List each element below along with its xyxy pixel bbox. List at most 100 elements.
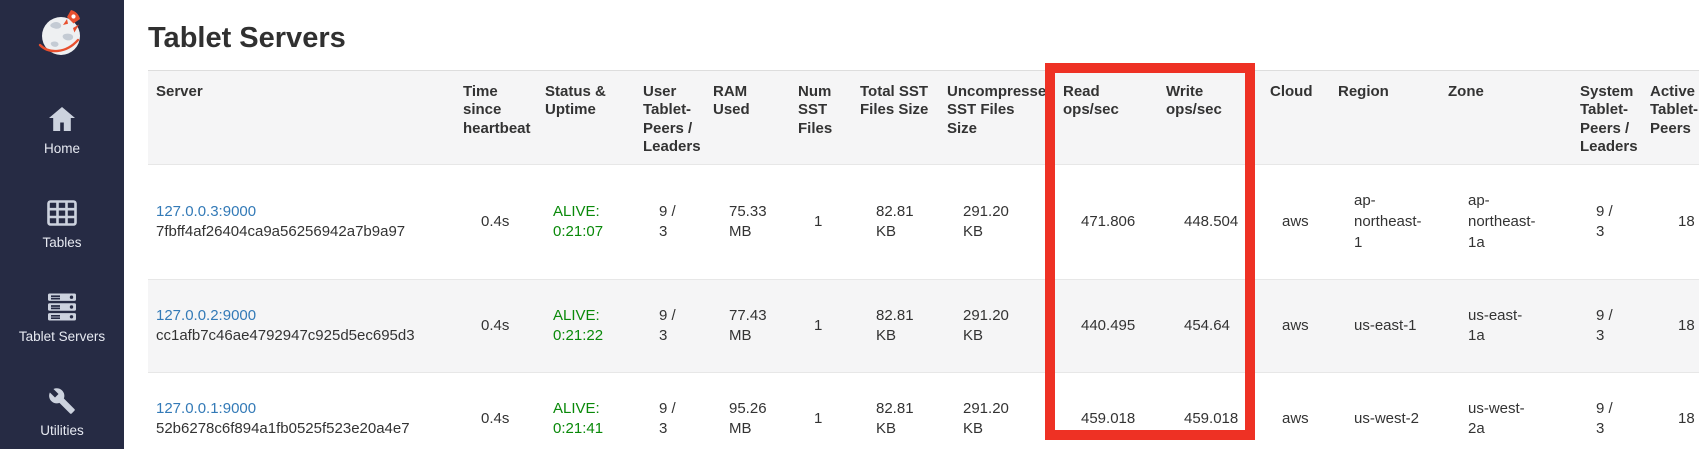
value: 75.33 MB xyxy=(729,202,777,243)
status-alive: ALIVE: 0:21:41 xyxy=(553,399,613,440)
column-header-status-uptime: Status & Uptime xyxy=(537,71,635,165)
cell-zone: us-west-2a xyxy=(1440,373,1572,466)
column-header-user-tablet-peers: User Tablet-Peers / Leaders xyxy=(635,71,705,165)
yugabyte-logo-icon xyxy=(37,8,87,58)
column-header-region: Region xyxy=(1330,71,1440,165)
column-header-ram-used: RAM Used xyxy=(705,71,790,165)
sidebar-item-label: Home xyxy=(44,141,80,156)
value: 95.26 MB xyxy=(729,399,777,440)
column-header-time-since-heartbeat: Time since heartbeat xyxy=(455,71,537,165)
page-title: Tablet Servers xyxy=(148,20,1699,56)
column-header-write-ops: Write ops/sec xyxy=(1158,71,1262,165)
home-icon xyxy=(47,104,77,134)
server-link[interactable]: 127.0.0.1:9000 xyxy=(156,400,256,417)
table-body: 127.0.0.3:9000 7fbff4af26404ca9a56256942… xyxy=(148,165,1699,466)
cell-cloud: aws xyxy=(1262,280,1330,373)
cell-user-tablet-peers: 9 / 3 xyxy=(635,373,705,466)
sidebar-item-label: Utilities xyxy=(40,423,84,438)
value: us-west-2 xyxy=(1354,409,1428,430)
value: 9 / 3 xyxy=(659,399,685,440)
value: 291.20 KB xyxy=(963,399,1017,440)
tables-icon xyxy=(47,198,77,228)
cell-active-tablet-peers: 18 xyxy=(1642,280,1699,373)
cell-total-sst-size: 82.81 KB xyxy=(852,280,939,373)
cell-active-tablet-peers: 18 xyxy=(1642,373,1699,466)
server-uuid: cc1afb7c46ae4792947c925d5ec695d3 xyxy=(156,326,447,347)
tablet-servers-icon xyxy=(47,292,77,322)
server-link[interactable]: 127.0.0.3:9000 xyxy=(156,203,256,220)
value: 9 / 3 xyxy=(659,306,685,347)
value: 9 / 3 xyxy=(659,202,685,243)
table-header-row: Server Time since heartbeat Status & Upt… xyxy=(148,71,1699,165)
cell-uncompressed-sst-size: 291.20 KB xyxy=(939,373,1055,466)
value: 291.20 KB xyxy=(963,306,1017,347)
cell-write-ops: 459.018 xyxy=(1158,373,1262,466)
cell-cloud: aws xyxy=(1262,373,1330,466)
cell-status-uptime: ALIVE: 0:21:07 xyxy=(537,165,635,280)
cell-read-ops: 471.806 xyxy=(1055,165,1158,280)
cell-status-uptime: ALIVE: 0:21:41 xyxy=(537,373,635,466)
cell-total-sst-size: 82.81 KB xyxy=(852,373,939,466)
value: 9 / 3 xyxy=(1596,306,1622,347)
value: 77.43 MB xyxy=(729,306,777,347)
sidebar-nav: Home Tables xyxy=(0,104,124,438)
column-header-cloud: Cloud xyxy=(1262,71,1330,165)
sidebar-item-home[interactable]: Home xyxy=(0,104,124,156)
utilities-icon xyxy=(48,386,76,416)
cell-active-tablet-peers: 18 xyxy=(1642,165,1699,280)
cell-write-ops: 454.64 xyxy=(1158,280,1262,373)
main-content: Tablet Servers Server Time since heartbe… xyxy=(124,20,1699,466)
status-alive: ALIVE: 0:21:22 xyxy=(553,306,613,347)
value: us-west-2a xyxy=(1468,399,1532,440)
cell-uncompressed-sst-size: 291.20 KB xyxy=(939,280,1055,373)
column-header-zone: Zone xyxy=(1440,71,1572,165)
cell-zone: us-east-1a xyxy=(1440,280,1572,373)
server-link[interactable]: 127.0.0.2:9000 xyxy=(156,307,256,324)
value: 82.81 KB xyxy=(876,399,922,440)
value: 82.81 KB xyxy=(876,306,922,347)
cell-region: us-east-1 xyxy=(1330,280,1440,373)
cell-system-tablet-peers: 9 / 3 xyxy=(1572,165,1642,280)
sidebar: Home Tables xyxy=(0,0,124,449)
value: us-east-1 xyxy=(1354,316,1428,337)
cell-total-sst-size: 82.81 KB xyxy=(852,165,939,280)
sidebar-item-utilities[interactable]: Utilities xyxy=(0,386,124,438)
cell-server: 127.0.0.3:9000 7fbff4af26404ca9a56256942… xyxy=(148,165,455,280)
column-header-server: Server xyxy=(148,71,455,165)
cell-time-since-heartbeat: 0.4s xyxy=(455,280,537,373)
value: 291.20 KB xyxy=(963,202,1017,243)
server-uuid: 7fbff4af26404ca9a56256942a7b9a97 xyxy=(156,222,447,243)
cell-ram-used: 77.43 MB xyxy=(705,280,790,373)
yugabyte-logo[interactable] xyxy=(37,8,87,58)
value: 9 / 3 xyxy=(1596,399,1622,440)
column-header-system-tablet-peers: System Tablet-Peers / Leaders xyxy=(1572,71,1642,165)
cell-num-sst-files: 1 xyxy=(790,165,852,280)
value: 9 / 3 xyxy=(1596,202,1622,243)
cell-server: 127.0.0.2:9000 cc1afb7c46ae4792947c925d5… xyxy=(148,280,455,373)
cell-ram-used: 95.26 MB xyxy=(705,373,790,466)
cell-num-sst-files: 1 xyxy=(790,373,852,466)
table-row: 127.0.0.1:9000 52b6278c6f894a1fb0525f523… xyxy=(148,373,1699,466)
value: 82.81 KB xyxy=(876,202,922,243)
cell-write-ops: 448.504 xyxy=(1158,165,1262,280)
value: ap-northeast-1 xyxy=(1354,191,1428,253)
table-row: 127.0.0.3:9000 7fbff4af26404ca9a56256942… xyxy=(148,165,1699,280)
cell-user-tablet-peers: 9 / 3 xyxy=(635,165,705,280)
cell-num-sst-files: 1 xyxy=(790,280,852,373)
sidebar-item-tablet-servers[interactable]: Tablet Servers xyxy=(0,292,124,344)
cell-ram-used: 75.33 MB xyxy=(705,165,790,280)
column-header-uncompressed-sst-size: Uncompressed SST Files Size xyxy=(939,71,1055,165)
cell-read-ops: 440.495 xyxy=(1055,280,1158,373)
cell-time-since-heartbeat: 0.4s xyxy=(455,165,537,280)
cell-status-uptime: ALIVE: 0:21:22 xyxy=(537,280,635,373)
cell-cloud: aws xyxy=(1262,165,1330,280)
table-header: Server Time since heartbeat Status & Upt… xyxy=(148,71,1699,165)
column-header-total-sst-size: Total SST Files Size xyxy=(852,71,939,165)
value: ap-northeast-1a xyxy=(1468,191,1532,253)
sidebar-item-label: Tables xyxy=(42,235,81,250)
cell-time-since-heartbeat: 0.4s xyxy=(455,373,537,466)
status-alive: ALIVE: 0:21:07 xyxy=(553,202,613,243)
sidebar-item-tables[interactable]: Tables xyxy=(0,198,124,250)
cell-system-tablet-peers: 9 / 3 xyxy=(1572,280,1642,373)
cell-user-tablet-peers: 9 / 3 xyxy=(635,280,705,373)
